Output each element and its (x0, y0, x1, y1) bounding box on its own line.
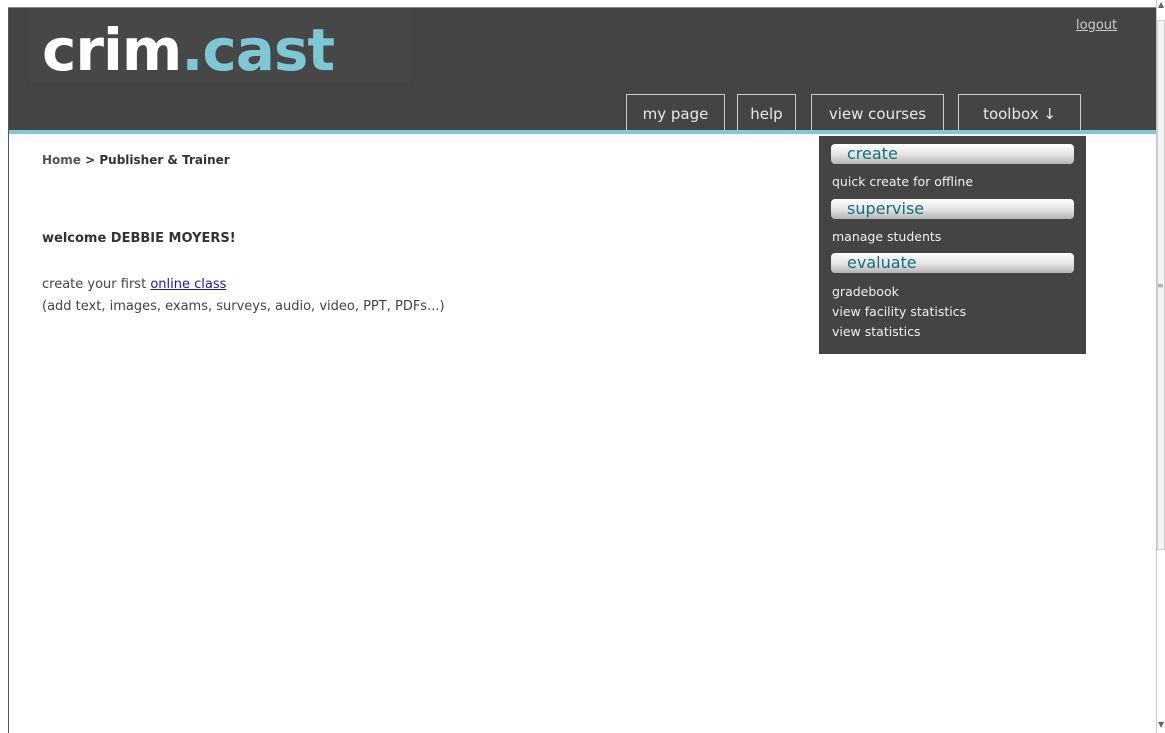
create-class-prompt: create your first online class (42, 277, 226, 292)
online-class-link[interactable]: online class (150, 277, 226, 292)
logo-accent-text: cast (202, 16, 335, 84)
toolbox-dropdown-menu: create quick create for offline supervis… (819, 136, 1086, 354)
tab-help[interactable]: help (737, 94, 796, 130)
header-accent-divider (9, 130, 1156, 134)
menu-section-create-header: create (831, 144, 1074, 164)
logout-link[interactable]: logout (1076, 18, 1117, 33)
menu-item-manage-students[interactable]: manage students (832, 229, 941, 244)
browser-viewport: crim.cast logout my page help view cours… (0, 0, 1165, 733)
logo-dot: . (181, 16, 203, 84)
menu-item-view-statistics[interactable]: view statistics (832, 324, 920, 339)
menu-item-view-facility-statistics[interactable]: view facility statistics (832, 304, 966, 319)
tab-view-courses[interactable]: view courses (811, 94, 944, 130)
welcome-message: welcome DEBBIE MOYERS! (42, 231, 236, 246)
arrow-down-icon[interactable]: ▼ (1158, 720, 1164, 729)
site-logo[interactable]: crim.cast (42, 14, 335, 86)
logo-main-text: crim (42, 16, 182, 84)
breadcrumb: Home > Publisher & Trainer (42, 153, 230, 167)
breadcrumb-separator: > (80, 153, 100, 167)
content-types-hint: (add text, images, exams, surveys, audio… (42, 299, 445, 314)
menu-item-gradebook[interactable]: gradebook (832, 284, 899, 299)
grip-icon: ≡ (1157, 281, 1164, 290)
breadcrumb-home-link[interactable]: Home (42, 153, 81, 167)
menu-section-supervise-header: supervise (831, 199, 1074, 219)
create-class-prefix: create your first (42, 277, 151, 292)
menu-item-quick-create-offline[interactable]: quick create for offline (832, 174, 973, 189)
menu-section-evaluate-header: evaluate (831, 253, 1074, 273)
breadcrumb-current: Publisher & Trainer (99, 153, 230, 167)
tab-my-page[interactable]: my page (626, 94, 725, 130)
arrow-up-icon[interactable]: ▲ (1158, 0, 1164, 9)
tab-toolbox[interactable]: toolbox ↓ (958, 94, 1081, 130)
